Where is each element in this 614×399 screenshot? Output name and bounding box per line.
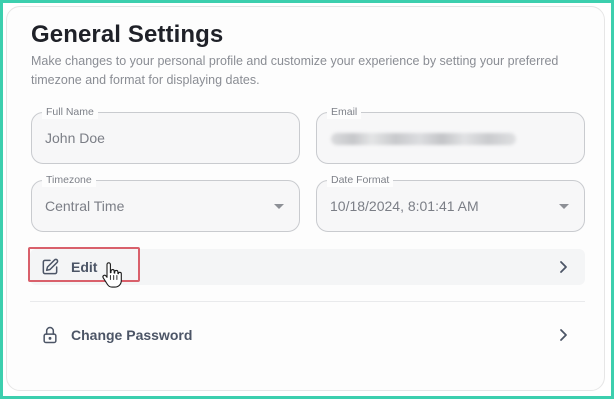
page-title: General Settings [31,21,224,48]
date-format-label: Date Format [327,173,394,187]
timezone-label: Timezone [42,173,96,187]
full-name-field[interactable]: Full Name John Doe [31,105,300,164]
change-password-label: Change Password [71,327,193,343]
timezone-value: Central Time [45,198,125,214]
lock-icon [43,326,57,344]
chevron-right-icon [560,329,567,341]
email-value-redacted [331,133,516,145]
chevron-right-icon [560,261,567,273]
full-name-label: Full Name [42,105,98,119]
date-format-value: 10/18/2024, 8:01:41 AM [330,198,479,214]
date-format-select[interactable]: Date Format 10/18/2024, 8:01:41 AM [316,173,585,232]
caret-down-icon [559,204,569,209]
timezone-select[interactable]: Timezone Central Time [31,173,300,232]
caret-down-icon [274,204,284,209]
email-field[interactable]: Email [316,105,585,164]
email-label: Email [327,105,362,119]
hand-pointer-icon [102,262,122,288]
full-name-value: John Doe [45,130,105,146]
change-password-row[interactable]: Change Password [30,317,585,353]
edit-highlight-box [28,247,140,282]
page-description: Make changes to your personal profile an… [31,54,559,87]
section-divider [30,301,585,302]
